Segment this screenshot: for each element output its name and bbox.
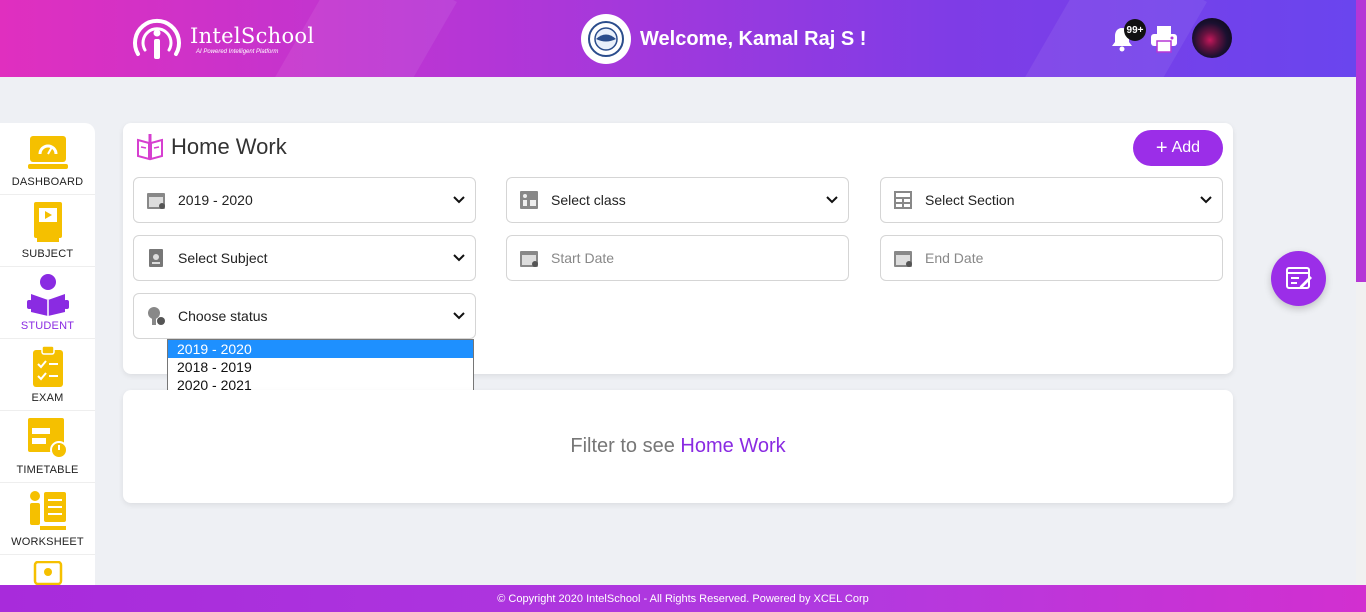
add-homework-button[interactable]: + Add [1133,130,1223,166]
end-date-placeholder: End Date [925,250,984,266]
sidebar-item-exam[interactable]: EXAM [0,339,95,411]
sidebar-item-timetable[interactable]: TIMETABLE [0,411,95,483]
sidebar-item-dashboard[interactable]: DASHBOARD [0,123,95,195]
subject-icon [33,202,62,242]
year-option[interactable]: 2019 - 2020 [168,340,473,358]
chevron-down-icon [826,196,838,204]
printer-icon[interactable] [1149,24,1179,54]
sidebar-label-timetable: TIMETABLE [16,464,79,476]
sidebar: DASHBOARD SUBJECT STUDENT EXAM TIMETABLE… [0,123,95,585]
sidebar-item-worksheet[interactable]: WORKSHEET [0,483,95,555]
end-date-input[interactable]: End Date [880,235,1223,281]
brand-tagline: AI Powered Intelligent Platform [196,48,279,55]
empty-state-message: Filter to see Home Work [570,435,785,458]
sidebar-item-subject[interactable]: SUBJECT [0,195,95,267]
start-date-placeholder: Start Date [551,250,615,266]
sidebar-label-student: STUDENT [20,320,75,332]
results-panel: Filter to see Home Work [123,390,1233,503]
year-select-value: 2019 - 2020 [178,192,253,208]
sidebar-item-more[interactable] [0,555,95,585]
scrollbar-thumb[interactable] [1356,0,1366,282]
subject-select[interactable]: Select Subject [133,235,476,281]
user-avatar[interactable] [1192,18,1232,58]
dashboard-icon [27,136,68,169]
section-select-value: Select Section [925,192,1015,208]
empty-state-prefix: Filter to see [570,435,675,457]
brand-name: IntelSchool [190,23,315,48]
calendar-icon [520,251,538,267]
status-select[interactable]: Choose status [133,293,476,339]
table-grid-icon [894,191,912,209]
class-select-value: Select class [551,192,626,208]
brand-logo[interactable]: IntelSchool AI Powered Intelligent Platf… [128,12,314,66]
homework-card: Home Work + Add 2019 - 2020 Select class [123,123,1233,374]
lightbulb-icon [33,561,62,585]
status-icon [148,307,165,325]
subject-select-value: Select Subject [178,250,268,266]
book-icon [149,249,163,267]
status-select-value: Choose status [178,308,268,324]
chevron-down-icon [453,312,465,320]
top-header: IntelSchool AI Powered Intelligent Platf… [0,0,1356,77]
plus-icon: + [1155,137,1168,159]
worksheet-icon [29,491,66,530]
calendar-icon [894,251,912,267]
sidebar-label-exam: EXAM [31,392,64,404]
edit-note-icon [1285,266,1312,289]
intelschool-logo-icon [133,18,181,59]
student-icon [26,274,69,316]
page-title: Home Work [171,134,287,159]
calendar-icon [147,193,165,209]
sidebar-label-worksheet: WORKSHEET [11,536,84,548]
chevron-down-icon [1200,196,1212,204]
quick-notes-button[interactable] [1271,251,1326,306]
empty-state-highlight: Home Work [680,435,786,457]
year-option[interactable]: 2018 - 2019 [168,358,473,376]
chevron-down-icon [453,196,465,204]
add-button-label: Add [1171,139,1201,156]
chevron-down-icon [453,254,465,262]
sidebar-label-subject: SUBJECT [21,248,74,260]
year-select[interactable]: 2019 - 2020 [133,177,476,223]
section-select[interactable]: Select Section [880,177,1223,223]
sidebar-label-dashboard: DASHBOARD [11,176,84,188]
exam-icon [32,345,63,387]
copyright-text: © Copyright 2020 IntelSchool - All Right… [497,592,869,605]
classroom-icon [520,191,538,209]
year-dropdown-list: 2019 - 2020 2018 - 2019 2020 - 2021 [167,339,474,395]
welcome-message: Welcome, Kamal Raj S ! [640,27,867,50]
notification-badge: 99+ [1124,19,1146,41]
start-date-input[interactable]: Start Date [506,235,849,281]
footer: © Copyright 2020 IntelSchool - All Right… [0,585,1366,612]
class-select[interactable]: Select class [506,177,849,223]
timetable-icon [27,418,68,459]
sidebar-item-student[interactable]: STUDENT [0,267,95,339]
homework-icon [137,134,163,161]
school-emblem-icon [581,14,631,64]
page-scrollbar[interactable] [1356,0,1366,585]
